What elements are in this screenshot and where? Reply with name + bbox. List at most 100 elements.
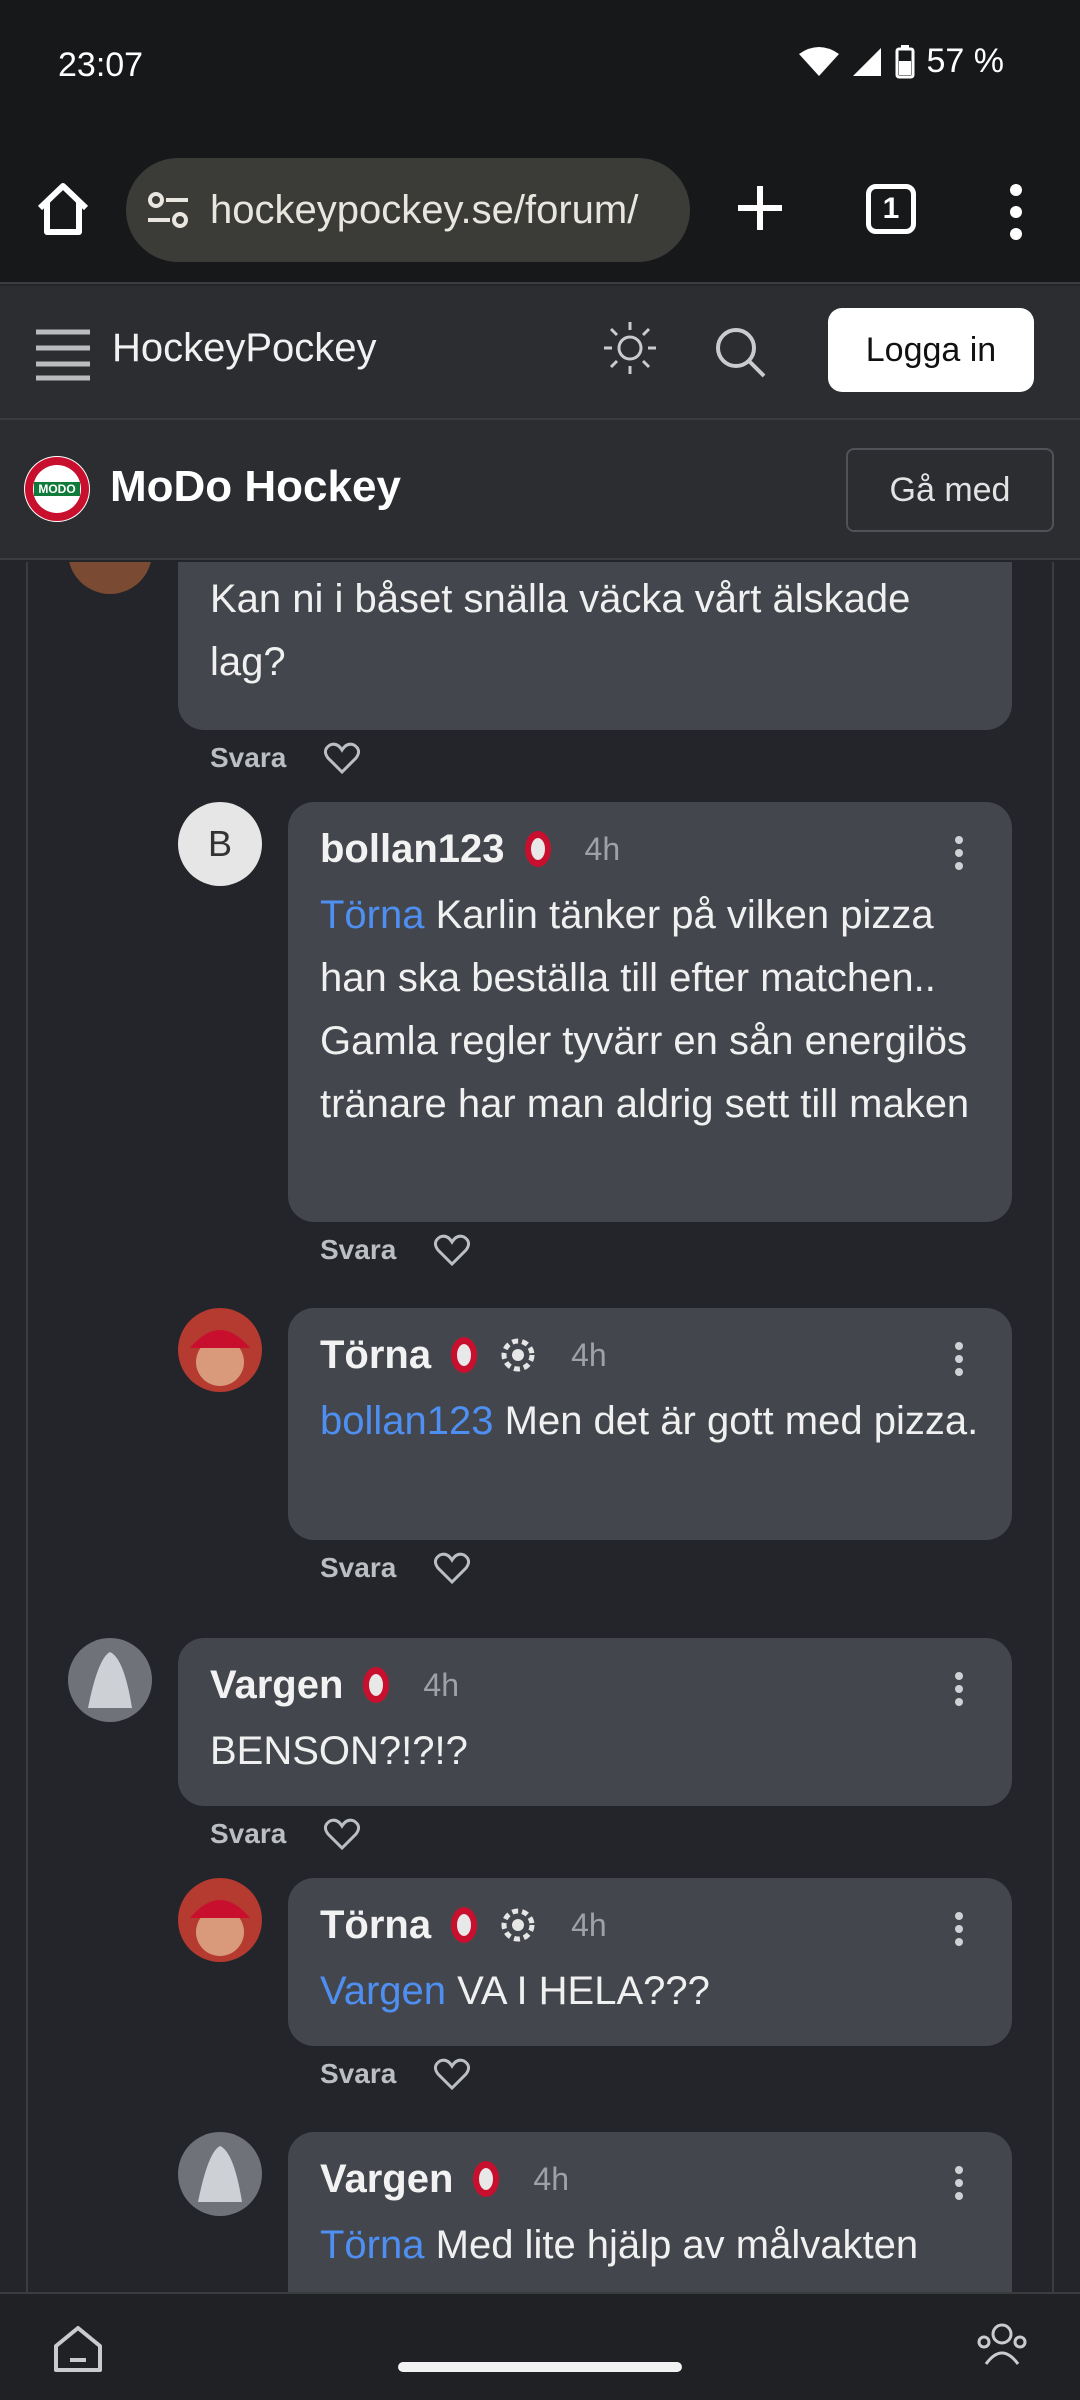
avatar[interactable] xyxy=(68,1638,152,1722)
comment-bubble: Törna 4h Vargen VA I HELA??? xyxy=(288,1878,1012,2046)
battery-icon xyxy=(895,44,914,78)
avatar[interactable] xyxy=(178,1878,262,1962)
comment-text: BENSON?!?!? xyxy=(210,1729,468,1773)
join-button[interactable]: Gå med xyxy=(846,448,1054,532)
reply-button[interactable]: Svara xyxy=(210,1818,286,1850)
site-settings-icon[interactable] xyxy=(146,190,190,230)
club-badge-icon xyxy=(473,2161,500,2197)
avatar[interactable] xyxy=(68,562,152,594)
comment-header: Törna 4h xyxy=(320,1900,607,1950)
comment-username[interactable]: Vargen xyxy=(320,2157,453,2202)
comment-time: 4h xyxy=(423,1666,459,1703)
like-heart-icon[interactable] xyxy=(434,1234,471,1266)
club-title: MoDo Hockey xyxy=(110,462,401,511)
reply-button[interactable]: Svara xyxy=(320,2058,396,2090)
avatar[interactable]: B xyxy=(178,802,262,886)
mention-link[interactable]: bollan123 xyxy=(320,1399,494,1443)
wifi-icon xyxy=(798,46,839,76)
comment-bubble: Kan ni i båset snälla väcka vårt älskade… xyxy=(178,562,1012,730)
site-header: HockeyPockey Logga in xyxy=(0,286,1080,420)
thread-line-right xyxy=(1052,562,1054,2292)
comment-header: bollan123 4h xyxy=(320,824,620,874)
comment-menu-icon[interactable] xyxy=(954,1342,964,1376)
comment-bubble: Vargen 4h Törna Med lite hjälp av målvak… xyxy=(288,2132,1012,2292)
theme-toggle-icon[interactable] xyxy=(602,320,658,376)
club-badge-icon xyxy=(524,831,551,867)
comment-time: 4h xyxy=(571,1906,607,1943)
search-icon[interactable] xyxy=(712,324,768,380)
thread-line-left xyxy=(26,562,28,2292)
reply-button[interactable]: Svara xyxy=(320,1234,396,1266)
browser-toolbar: hockeypockey.se/forum/ 1 xyxy=(0,140,1080,284)
comment-actions: Svara xyxy=(320,2058,471,2090)
moderator-gear-icon xyxy=(501,1908,535,1942)
reply-button[interactable]: Svara xyxy=(210,742,286,774)
comment-header: Törna 4h xyxy=(320,1330,607,1380)
comment-actions: Svara xyxy=(210,742,361,774)
status-time: 23:07 xyxy=(58,46,144,84)
reply-button[interactable]: Svara xyxy=(320,1552,396,1584)
moderator-gear-icon xyxy=(501,1338,535,1372)
like-heart-icon[interactable] xyxy=(434,1552,471,1584)
club-badge-icon xyxy=(451,1337,478,1373)
new-tab-icon[interactable] xyxy=(732,180,788,236)
club-header: MODO MoDo Hockey Gå med xyxy=(0,420,1080,560)
comment-time: 4h xyxy=(533,2160,569,2197)
comment-text: bollan123 Men det är gott med pizza. xyxy=(320,1390,1000,1453)
gesture-bar xyxy=(398,2362,682,2372)
comment-menu-icon[interactable] xyxy=(954,1912,964,1946)
comment-time: 4h xyxy=(571,1336,607,1373)
community-icon[interactable] xyxy=(974,2318,1030,2374)
comment-menu-icon[interactable] xyxy=(954,1672,964,1706)
comment-text: Kan ni i båset snälla väcka vårt älskade… xyxy=(210,577,911,684)
status-icons: 57 % xyxy=(798,42,1005,81)
comment-bubble: Vargen 4h BENSON?!?!? xyxy=(178,1638,1012,1806)
avatar[interactable] xyxy=(178,2132,262,2216)
login-button[interactable]: Logga in xyxy=(828,308,1034,392)
comment-header: Vargen 4h xyxy=(320,2154,569,2204)
club-badge-icon xyxy=(363,1667,390,1703)
comment-text: Vargen VA I HELA??? xyxy=(320,1960,1000,2023)
comment-username[interactable]: bollan123 xyxy=(320,827,505,872)
comment-header: Vargen 4h xyxy=(210,1660,459,1710)
like-heart-icon[interactable] xyxy=(434,2058,471,2090)
hamburger-menu-icon[interactable] xyxy=(34,326,92,382)
comment-bubble: bollan123 4h Törna Karlin tänker på vilk… xyxy=(288,802,1012,1222)
like-heart-icon[interactable] xyxy=(324,742,361,774)
mention-link[interactable]: Törna xyxy=(320,2223,425,2267)
comment-menu-icon[interactable] xyxy=(954,2166,964,2200)
comment-username[interactable]: Vargen xyxy=(210,1663,343,1708)
like-heart-icon[interactable] xyxy=(324,1818,361,1850)
home-icon[interactable] xyxy=(34,180,92,238)
tab-switcher-button[interactable]: 1 xyxy=(866,184,916,234)
status-bar: 23:07 57 % xyxy=(0,0,1080,140)
comment-text: Törna Med lite hjälp av målvakten xyxy=(320,2214,1000,2277)
avatar[interactable] xyxy=(178,1308,262,1392)
club-logo: MODO xyxy=(24,456,90,522)
comment-feed: Kan ni i båset snälla väcka vårt älskade… xyxy=(0,562,1080,2292)
signal-icon xyxy=(852,47,881,76)
mention-link[interactable]: Vargen xyxy=(320,1969,446,2013)
svg-text:MODO: MODO xyxy=(38,482,75,496)
site-brand[interactable]: HockeyPockey xyxy=(112,326,377,371)
home-nav-icon[interactable] xyxy=(52,2324,104,2374)
comment-body: VA I HELA??? xyxy=(457,1969,710,2013)
comment-username[interactable]: Törna xyxy=(320,1333,431,1378)
comment-bubble: Törna 4h bollan123 Men det är gott med p… xyxy=(288,1308,1012,1540)
comment-body: Med lite hjälp av målvakten xyxy=(435,2223,919,2267)
avatar-letter: B xyxy=(207,823,232,864)
url-text: hockeypockey.se/forum/ xyxy=(210,188,639,232)
bottom-navigation xyxy=(0,2292,1080,2400)
comment-actions: Svara xyxy=(320,1552,471,1584)
address-bar[interactable]: hockeypockey.se/forum/ xyxy=(126,158,690,262)
battery-percent: 57 % xyxy=(926,42,1005,80)
comment-actions: Svara xyxy=(210,1818,361,1850)
comment-text: Törna Karlin tänker på vilken pizza han … xyxy=(320,884,1000,1136)
mention-link[interactable]: Törna xyxy=(320,893,425,937)
more-vert-icon[interactable] xyxy=(1006,182,1026,242)
comment-menu-icon[interactable] xyxy=(954,836,964,870)
comment-actions: Svara xyxy=(320,1234,471,1266)
club-badge-icon xyxy=(451,1907,478,1943)
comment-username[interactable]: Törna xyxy=(320,1903,431,1948)
comment-time: 4h xyxy=(584,830,621,867)
